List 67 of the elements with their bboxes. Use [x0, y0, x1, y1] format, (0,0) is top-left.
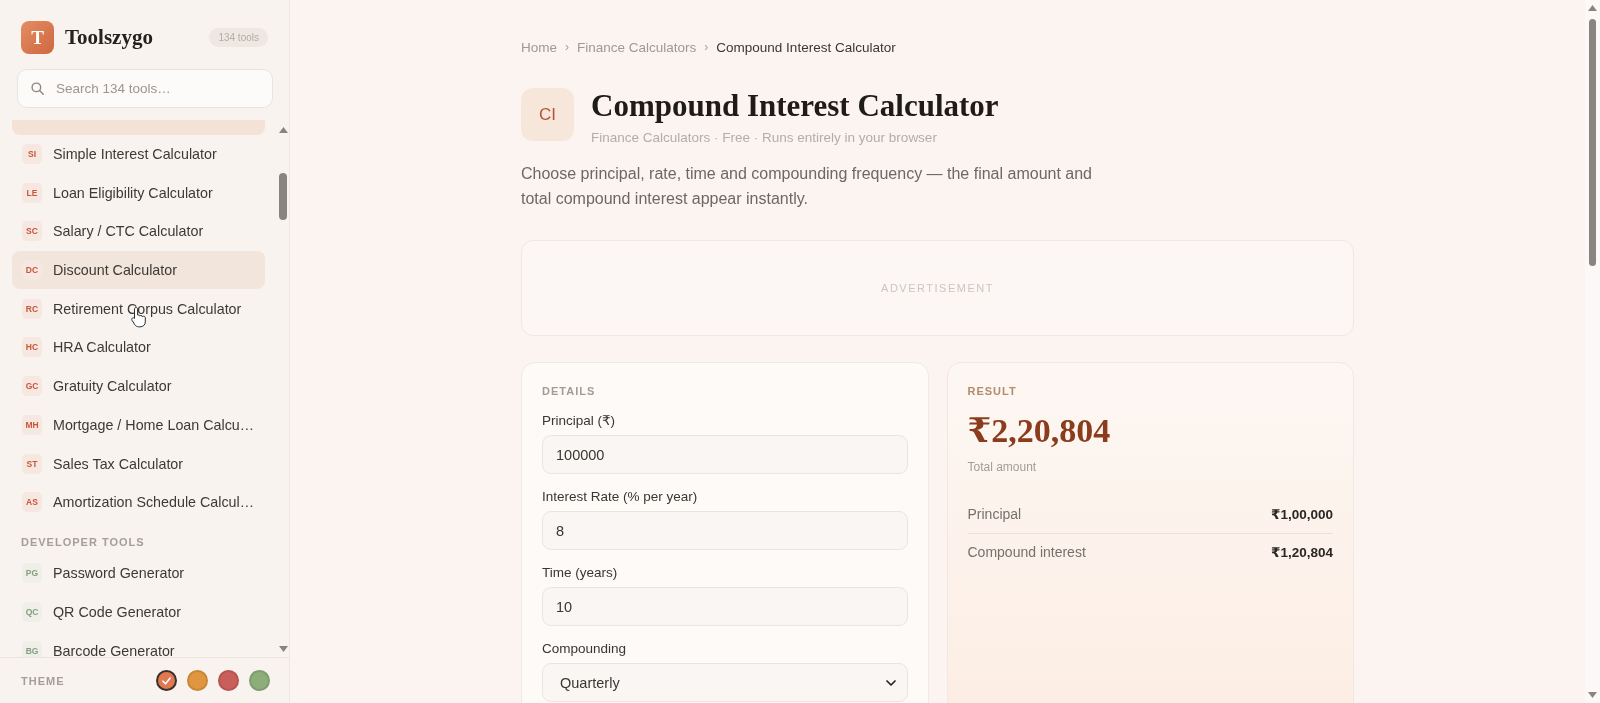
sidebar-item[interactable]: LE Loan Eligibility Calculator	[12, 173, 265, 213]
brand-name[interactable]: Toolszygo	[65, 25, 153, 50]
tool-abbreviation: PG	[22, 563, 42, 584]
scroll-up-icon[interactable]	[278, 127, 288, 133]
scrollbar-thumb[interactable]	[279, 173, 287, 220]
tool-abbreviation: ST	[22, 453, 42, 474]
tool-abbreviation: SC	[22, 221, 42, 242]
sidebar-item[interactable]: HC HRA Calculator	[12, 328, 265, 367]
input-field[interactable]: 100000	[542, 435, 908, 474]
scroll-down-icon[interactable]	[278, 646, 288, 652]
total-caption: Total amount	[967, 459, 1037, 475]
tool-abbreviation: SI	[22, 144, 42, 165]
card-heading: RESULT	[967, 384, 1017, 398]
tool-abbreviation: AS	[22, 492, 42, 513]
sidebar-item[interactable]: SC Salary / CTC Calculator	[12, 212, 265, 251]
input-field[interactable]: 8	[542, 511, 908, 550]
select-field[interactable]: Quarterly	[542, 663, 908, 702]
input-field[interactable]: 10	[542, 587, 908, 626]
theme-label: THEME	[21, 674, 65, 687]
tool-description: Choose principal, rate, time and compounding frequency — the final amount and total compound interest appear instantly.	[521, 164, 1093, 209]
scroll-up-icon[interactable]	[1588, 5, 1597, 11]
card-heading: DETAILS	[542, 384, 596, 398]
result-label: Compound interest	[967, 543, 1086, 560]
tool-abbreviation: GC	[22, 376, 42, 397]
sidebar-item[interactable]: SI Simple Interest Calculator	[12, 134, 265, 174]
result-value: ₹1,00,000	[1271, 505, 1333, 522]
scrollbar-track[interactable]	[1585, 0, 1600, 703]
tool-abbreviation: DC	[22, 260, 42, 281]
field-label: Time (years)	[542, 564, 618, 581]
sidebar-item[interactable]: MH Mortgage / Home Loan Calcu…	[12, 405, 265, 445]
tool-meta: Finance Calculators · Free · Runs entirely in your browser	[591, 129, 938, 147]
sidebar-item[interactable]: BG Barcode Generator	[12, 631, 265, 657]
sidebar-item[interactable]: PG Password Generator	[12, 553, 265, 593]
breadcrumb-separator: ›	[565, 40, 569, 54]
theme-swatch[interactable]	[218, 670, 239, 691]
field-label: Interest Rate (% per year)	[542, 488, 698, 505]
tool-abbreviation: HC	[22, 337, 42, 358]
sidebar-item[interactable]: GC Gratuity Calculator	[12, 366, 265, 406]
sidebar-item[interactable]: QC QR Code Generator	[12, 592, 265, 632]
result-value: ₹1,20,804	[1271, 543, 1333, 560]
tool-abbreviation: MH	[22, 414, 42, 435]
tool-abbreviation: BG	[22, 640, 42, 657]
result-label: Principal	[967, 505, 1022, 522]
breadcrumb-separator: ›	[704, 40, 709, 54]
scroll-down-icon[interactable]	[1588, 692, 1597, 698]
breadcrumb-current: Compound Interest Calculator	[716, 39, 896, 55]
field-label: Compounding	[542, 640, 627, 657]
chevron-down-icon	[885, 679, 896, 686]
tool-abbreviation-tile: CI	[521, 88, 574, 141]
theme-swatch[interactable]	[187, 670, 208, 691]
theme-swatch[interactable]	[156, 670, 177, 691]
theme-swatch[interactable]	[249, 670, 270, 691]
tool-abbreviation: RC	[22, 298, 42, 319]
tool-abbreviation: LE	[22, 182, 42, 203]
tool-abbreviation: QC	[22, 601, 42, 622]
total-amount: ₹2,20,804	[967, 411, 1111, 451]
sidebar-item[interactable]: DC Discount Calculator	[12, 250, 265, 290]
section-heading: DEVELOPER TOOLS	[21, 534, 145, 549]
check-icon	[162, 676, 171, 685]
sidebar-item[interactable]: AS Amortization Schedule Calcul…	[12, 482, 265, 522]
page-title: Compound Interest Calculator	[591, 88, 999, 124]
sidebar-item[interactable]: RC Retirement Corpus Calculator	[12, 289, 265, 329]
search-field[interactable]: Search 134 tools…	[17, 69, 273, 108]
field-label: Principal (₹)	[542, 412, 616, 429]
search-icon	[31, 82, 44, 95]
scrollbar-thumb[interactable]	[1588, 19, 1597, 266]
sidebar-item[interactable]: ST Sales Tax Calculator	[12, 444, 265, 483]
